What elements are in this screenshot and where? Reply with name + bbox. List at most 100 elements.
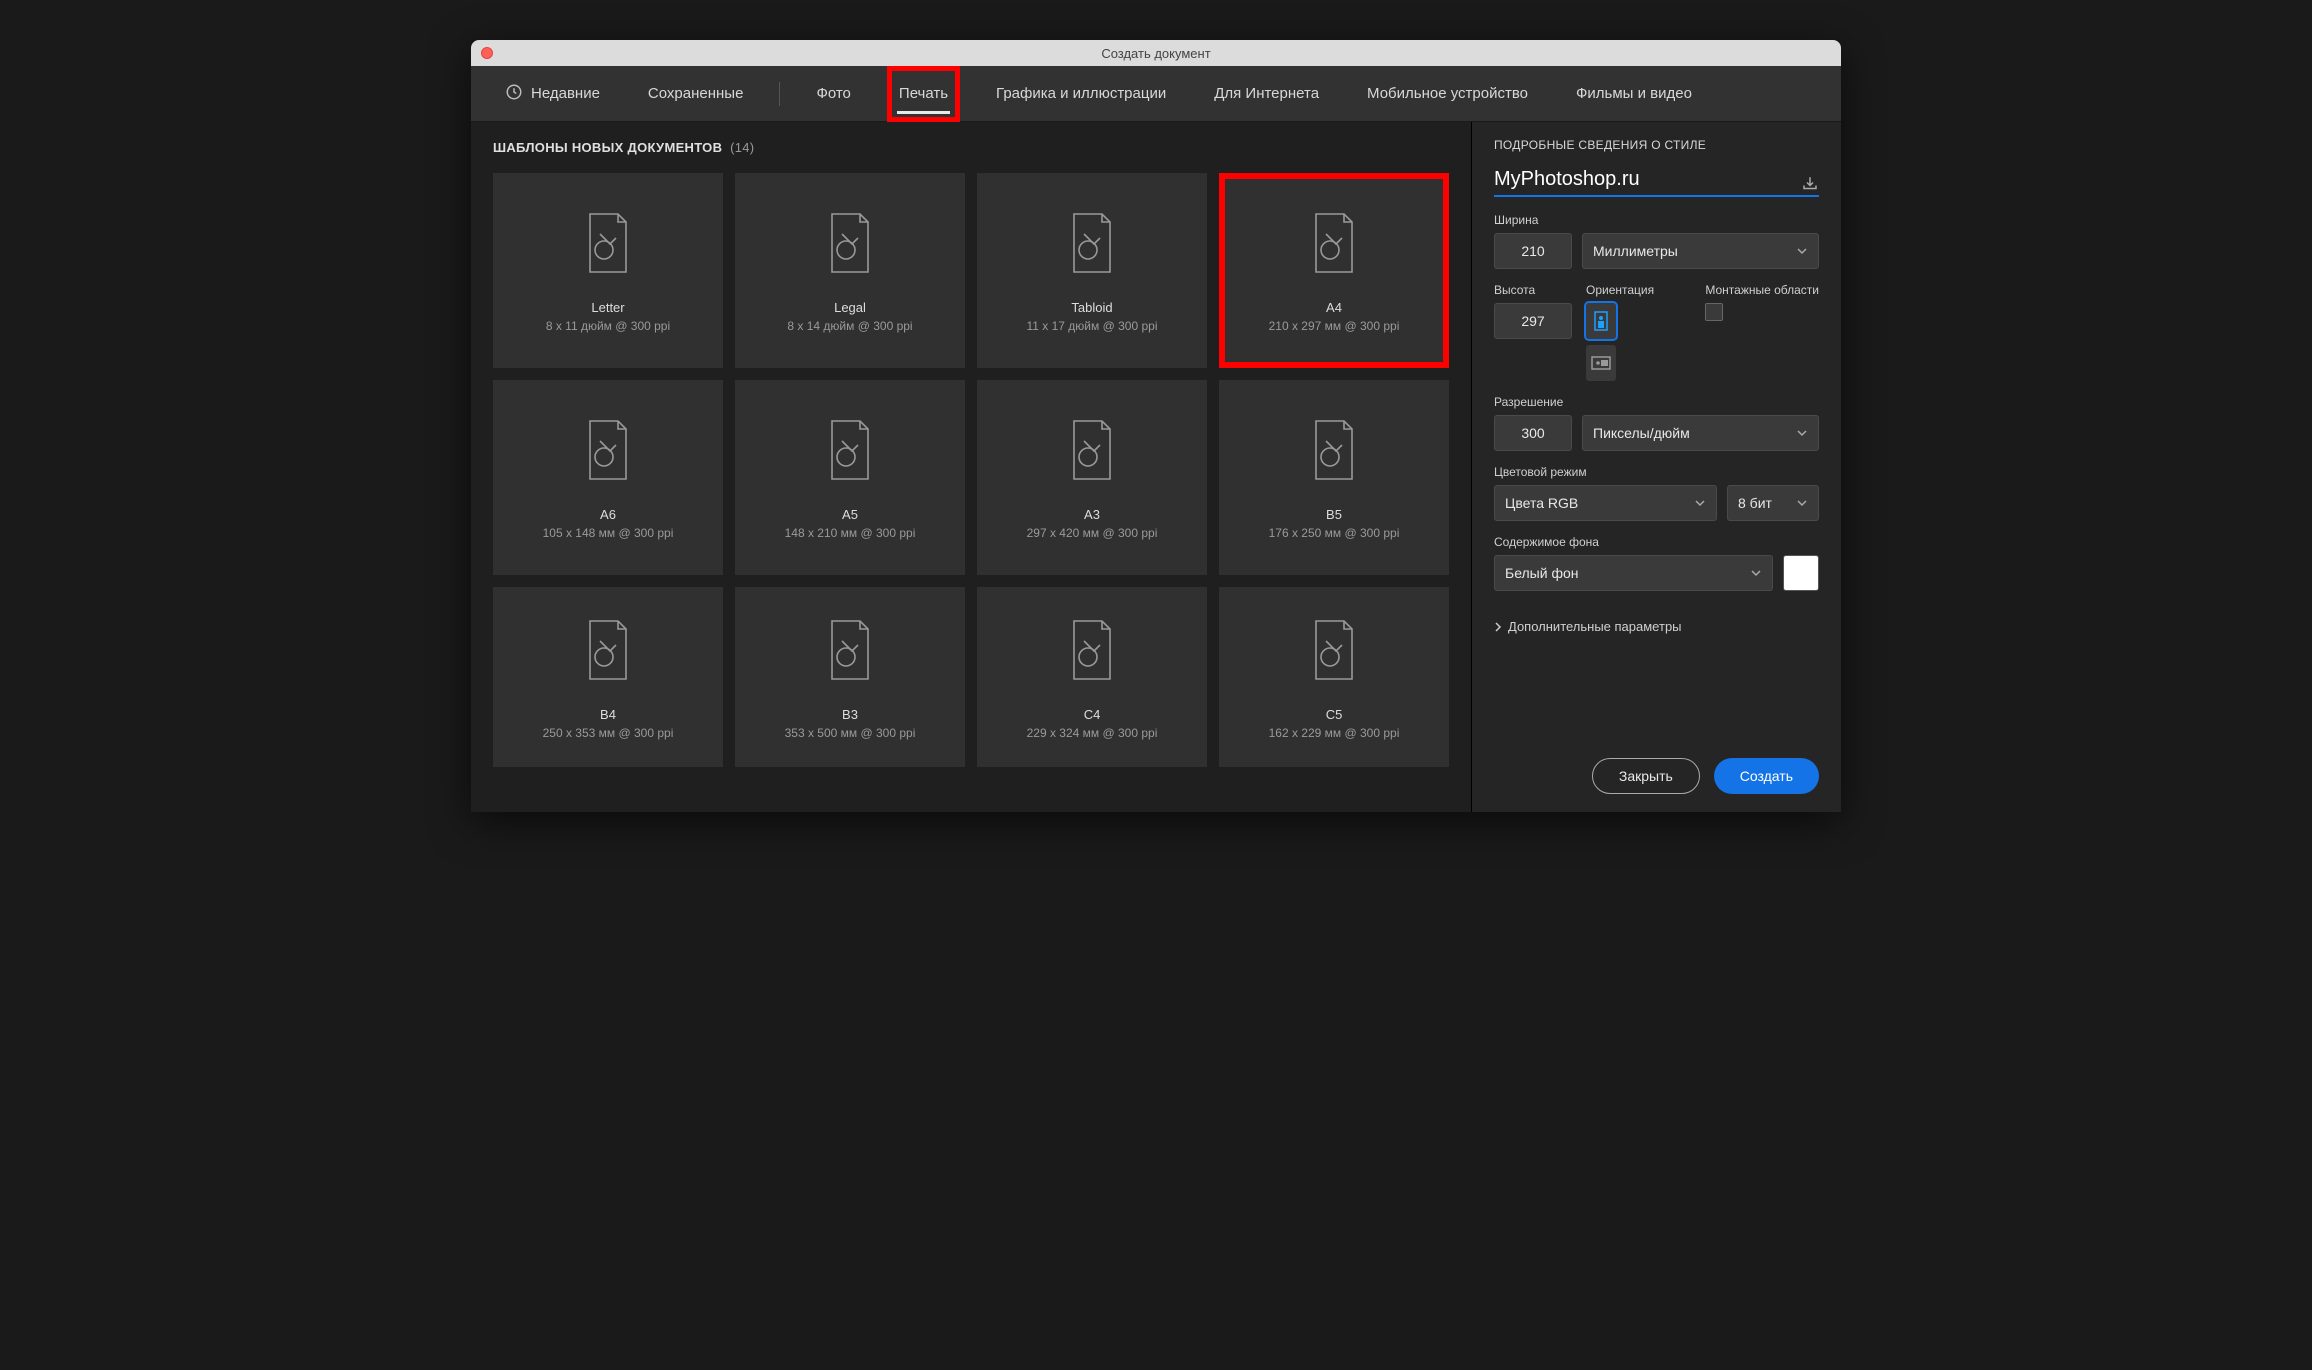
preset-name: A5	[842, 507, 858, 522]
height-input[interactable]: 297	[1494, 303, 1572, 339]
preset-meta: 8 x 14 дюйм @ 300 ppi	[787, 319, 912, 333]
preset-details-panel: ПОДРОБНЫЕ СВЕДЕНИЯ О СТИЛЕ Ширина 210 Ми…	[1471, 122, 1841, 812]
tab-print[interactable]: Печать	[887, 66, 960, 122]
document-icon	[820, 208, 880, 278]
color-mode-select[interactable]: Цвета RGB	[1494, 485, 1717, 521]
width-label: Ширина	[1494, 213, 1819, 227]
document-icon	[820, 615, 880, 685]
orientation-label: Ориентация	[1586, 283, 1654, 297]
document-icon	[1062, 208, 1122, 278]
units-select[interactable]: Миллиметры	[1582, 233, 1819, 269]
preset-c5[interactable]: C5 162 x 229 мм @ 300 ppi	[1219, 587, 1449, 767]
tab-saved[interactable]: Сохраненные	[636, 66, 756, 122]
templates-heading: ШАБЛОНЫ НОВЫХ ДОКУМЕНТОВ (14)	[493, 140, 1449, 155]
preset-a6[interactable]: A6 105 x 148 мм @ 300 ppi	[493, 380, 723, 575]
document-icon	[1062, 415, 1122, 485]
clock-icon	[505, 83, 531, 105]
templates-panel: ШАБЛОНЫ НОВЫХ ДОКУМЕНТОВ (14) Letter 8 x …	[471, 122, 1471, 812]
artboards-checkbox[interactable]	[1705, 303, 1723, 321]
tab-film[interactable]: Фильмы и видео	[1564, 66, 1704, 122]
save-preset-icon[interactable]	[1801, 175, 1819, 191]
preset-name: B5	[1326, 507, 1342, 522]
chevron-down-icon	[1694, 497, 1706, 509]
document-icon	[820, 415, 880, 485]
preset-c4[interactable]: C4 229 x 324 мм @ 300 ppi	[977, 587, 1207, 767]
preset-letter[interactable]: Letter 8 x 11 дюйм @ 300 ppi	[493, 173, 723, 368]
orientation-landscape-button[interactable]	[1586, 345, 1616, 381]
preset-meta: 162 x 229 мм @ 300 ppi	[1269, 726, 1400, 740]
chevron-down-icon	[1796, 497, 1808, 509]
document-icon	[578, 415, 638, 485]
tab-photo[interactable]: Фото	[804, 66, 862, 122]
bg-select[interactable]: Белый фон	[1494, 555, 1773, 591]
portrait-icon	[1594, 311, 1608, 331]
preset-tabloid[interactable]: Tabloid 11 x 17 дюйм @ 300 ppi	[977, 173, 1207, 368]
window-title: Создать документ	[471, 46, 1841, 61]
resolution-units-select[interactable]: Пикселы/дюйм	[1582, 415, 1819, 451]
preset-name: C4	[1084, 707, 1101, 722]
height-label: Высота	[1494, 283, 1572, 297]
window-close-button[interactable]	[481, 47, 493, 59]
tab-recent-label: Недавние	[531, 85, 600, 102]
preset-name: Letter	[591, 300, 624, 315]
chevron-down-icon	[1750, 567, 1762, 579]
chevron-right-icon	[1494, 622, 1502, 632]
advanced-toggle[interactable]: Дополнительные параметры	[1494, 619, 1819, 634]
document-icon	[1304, 208, 1364, 278]
preset-name-input[interactable]	[1494, 168, 1791, 191]
preset-meta: 105 x 148 мм @ 300 ppi	[543, 526, 674, 540]
document-icon	[1304, 615, 1364, 685]
preset-name: C5	[1326, 707, 1343, 722]
preset-meta: 250 x 353 мм @ 300 ppi	[543, 726, 674, 740]
preset-name: A4	[1326, 300, 1342, 315]
preset-meta: 210 x 297 мм @ 300 ppi	[1269, 319, 1400, 333]
resolution-label: Разрешение	[1494, 395, 1819, 409]
chevron-down-icon	[1796, 427, 1808, 439]
preset-a4[interactable]: A4 210 x 297 мм @ 300 ppi	[1219, 173, 1449, 368]
tab-recent[interactable]: Недавние	[493, 66, 612, 122]
preset-name: A3	[1084, 507, 1100, 522]
tab-web[interactable]: Для Интернета	[1202, 66, 1331, 122]
new-document-dialog: Создать документ Недавние Сохраненные Фо…	[471, 40, 1841, 812]
bg-label: Содержимое фона	[1494, 535, 1819, 549]
preset-a5[interactable]: A5 148 x 210 мм @ 300 ppi	[735, 380, 965, 575]
preset-legal[interactable]: Legal 8 x 14 дюйм @ 300 ppi	[735, 173, 965, 368]
artboards-label: Монтажные области	[1705, 283, 1819, 297]
preset-meta: 148 x 210 мм @ 300 ppi	[785, 526, 916, 540]
bit-depth-select[interactable]: 8 бит	[1727, 485, 1819, 521]
preset-name: B4	[600, 707, 616, 722]
document-icon	[1062, 615, 1122, 685]
dialog-footer: Закрыть Создать	[1494, 744, 1819, 794]
tab-graphics[interactable]: Графика и иллюстрации	[984, 66, 1178, 122]
titlebar: Создать документ	[471, 40, 1841, 66]
close-button[interactable]: Закрыть	[1592, 758, 1700, 794]
preset-name: Legal	[834, 300, 866, 315]
preset-b3[interactable]: B3 353 x 500 мм @ 300 ppi	[735, 587, 965, 767]
preset-meta: 297 x 420 мм @ 300 ppi	[1027, 526, 1158, 540]
document-icon	[578, 615, 638, 685]
bg-color-swatch[interactable]	[1783, 555, 1819, 591]
preset-grid: Letter 8 x 11 дюйм @ 300 ppi Legal 8 x 14 д…	[493, 173, 1449, 767]
preset-name: B3	[842, 707, 858, 722]
details-heading: ПОДРОБНЫЕ СВЕДЕНИЯ О СТИЛЕ	[1494, 138, 1819, 152]
preset-name: A6	[600, 507, 616, 522]
preset-meta: 353 x 500 мм @ 300 ppi	[785, 726, 916, 740]
preset-b4[interactable]: B4 250 x 353 мм @ 300 ppi	[493, 587, 723, 767]
preset-name: Tabloid	[1071, 300, 1112, 315]
category-tabs: Недавние Сохраненные Фото Печать Графика…	[471, 66, 1841, 122]
preset-meta: 8 x 11 дюйм @ 300 ppi	[546, 319, 670, 333]
chevron-down-icon	[1796, 245, 1808, 257]
preset-meta: 176 x 250 мм @ 300 ppi	[1269, 526, 1400, 540]
preset-b5[interactable]: B5 176 x 250 мм @ 300 ppi	[1219, 380, 1449, 575]
landscape-icon	[1591, 356, 1611, 370]
tab-mobile[interactable]: Мобильное устройство	[1355, 66, 1540, 122]
preset-a3[interactable]: A3 297 x 420 мм @ 300 ppi	[977, 380, 1207, 575]
tabs-divider	[779, 82, 780, 106]
resolution-input[interactable]: 300	[1494, 415, 1572, 451]
preset-meta: 11 x 17 дюйм @ 300 ppi	[1027, 319, 1158, 333]
preset-meta: 229 x 324 мм @ 300 ppi	[1027, 726, 1158, 740]
color-mode-label: Цветовой режим	[1494, 465, 1819, 479]
width-input[interactable]: 210	[1494, 233, 1572, 269]
create-button[interactable]: Создать	[1714, 758, 1819, 794]
orientation-portrait-button[interactable]	[1586, 303, 1616, 339]
